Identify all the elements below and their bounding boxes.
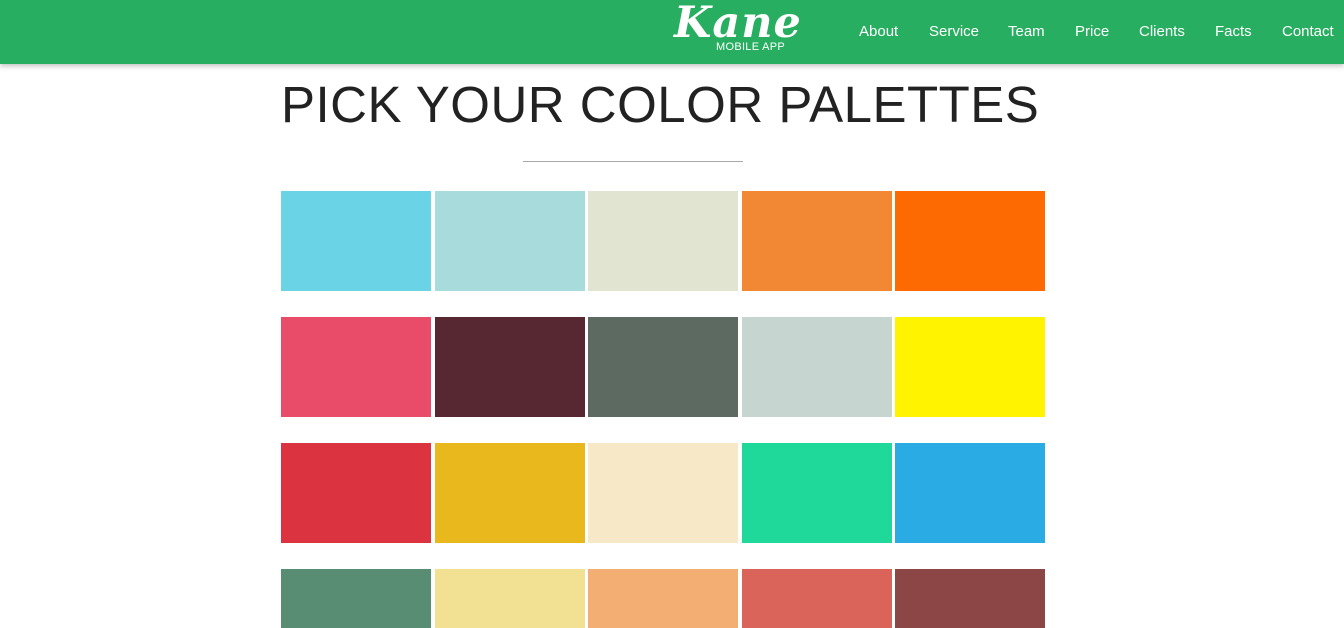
color-swatch[interactable] xyxy=(588,317,738,417)
nav-link-facts[interactable]: Facts xyxy=(1215,23,1252,40)
nav-link-team[interactable]: Team xyxy=(1008,23,1045,40)
color-swatch[interactable] xyxy=(895,317,1045,417)
navbar: Kane MOBILE APP About Service Team Price… xyxy=(0,0,1344,64)
color-swatch[interactable] xyxy=(435,191,585,291)
color-swatch[interactable] xyxy=(742,191,892,291)
nav-link-about[interactable]: About xyxy=(859,23,898,40)
color-swatch[interactable] xyxy=(281,317,431,417)
color-swatch[interactable] xyxy=(895,191,1045,291)
color-swatch[interactable] xyxy=(742,443,892,543)
nav-link-price[interactable]: Price xyxy=(1075,23,1109,40)
brand-tagline: MOBILE APP xyxy=(716,41,786,53)
color-swatch[interactable] xyxy=(435,317,585,417)
color-swatch[interactable] xyxy=(435,569,585,628)
color-swatch[interactable] xyxy=(895,443,1045,543)
color-swatch[interactable] xyxy=(435,443,585,543)
nav-link-contact[interactable]: Contact xyxy=(1282,23,1334,40)
color-swatch[interactable] xyxy=(281,569,431,628)
nav-link-clients[interactable]: Clients xyxy=(1139,23,1185,40)
nav-link-service[interactable]: Service xyxy=(929,23,979,40)
color-swatch[interactable] xyxy=(895,569,1045,628)
color-swatch[interactable] xyxy=(588,569,738,628)
color-swatch[interactable] xyxy=(588,443,738,543)
page-title: PICK YOUR COLOR PALETTES xyxy=(281,76,1040,133)
color-swatch[interactable] xyxy=(281,443,431,543)
color-swatch[interactable] xyxy=(742,317,892,417)
color-swatch[interactable] xyxy=(742,569,892,628)
color-swatch[interactable] xyxy=(281,191,431,291)
brand-logo[interactable]: Kane MOBILE APP xyxy=(672,0,801,64)
color-swatch[interactable] xyxy=(588,191,738,291)
title-divider xyxy=(523,161,743,162)
